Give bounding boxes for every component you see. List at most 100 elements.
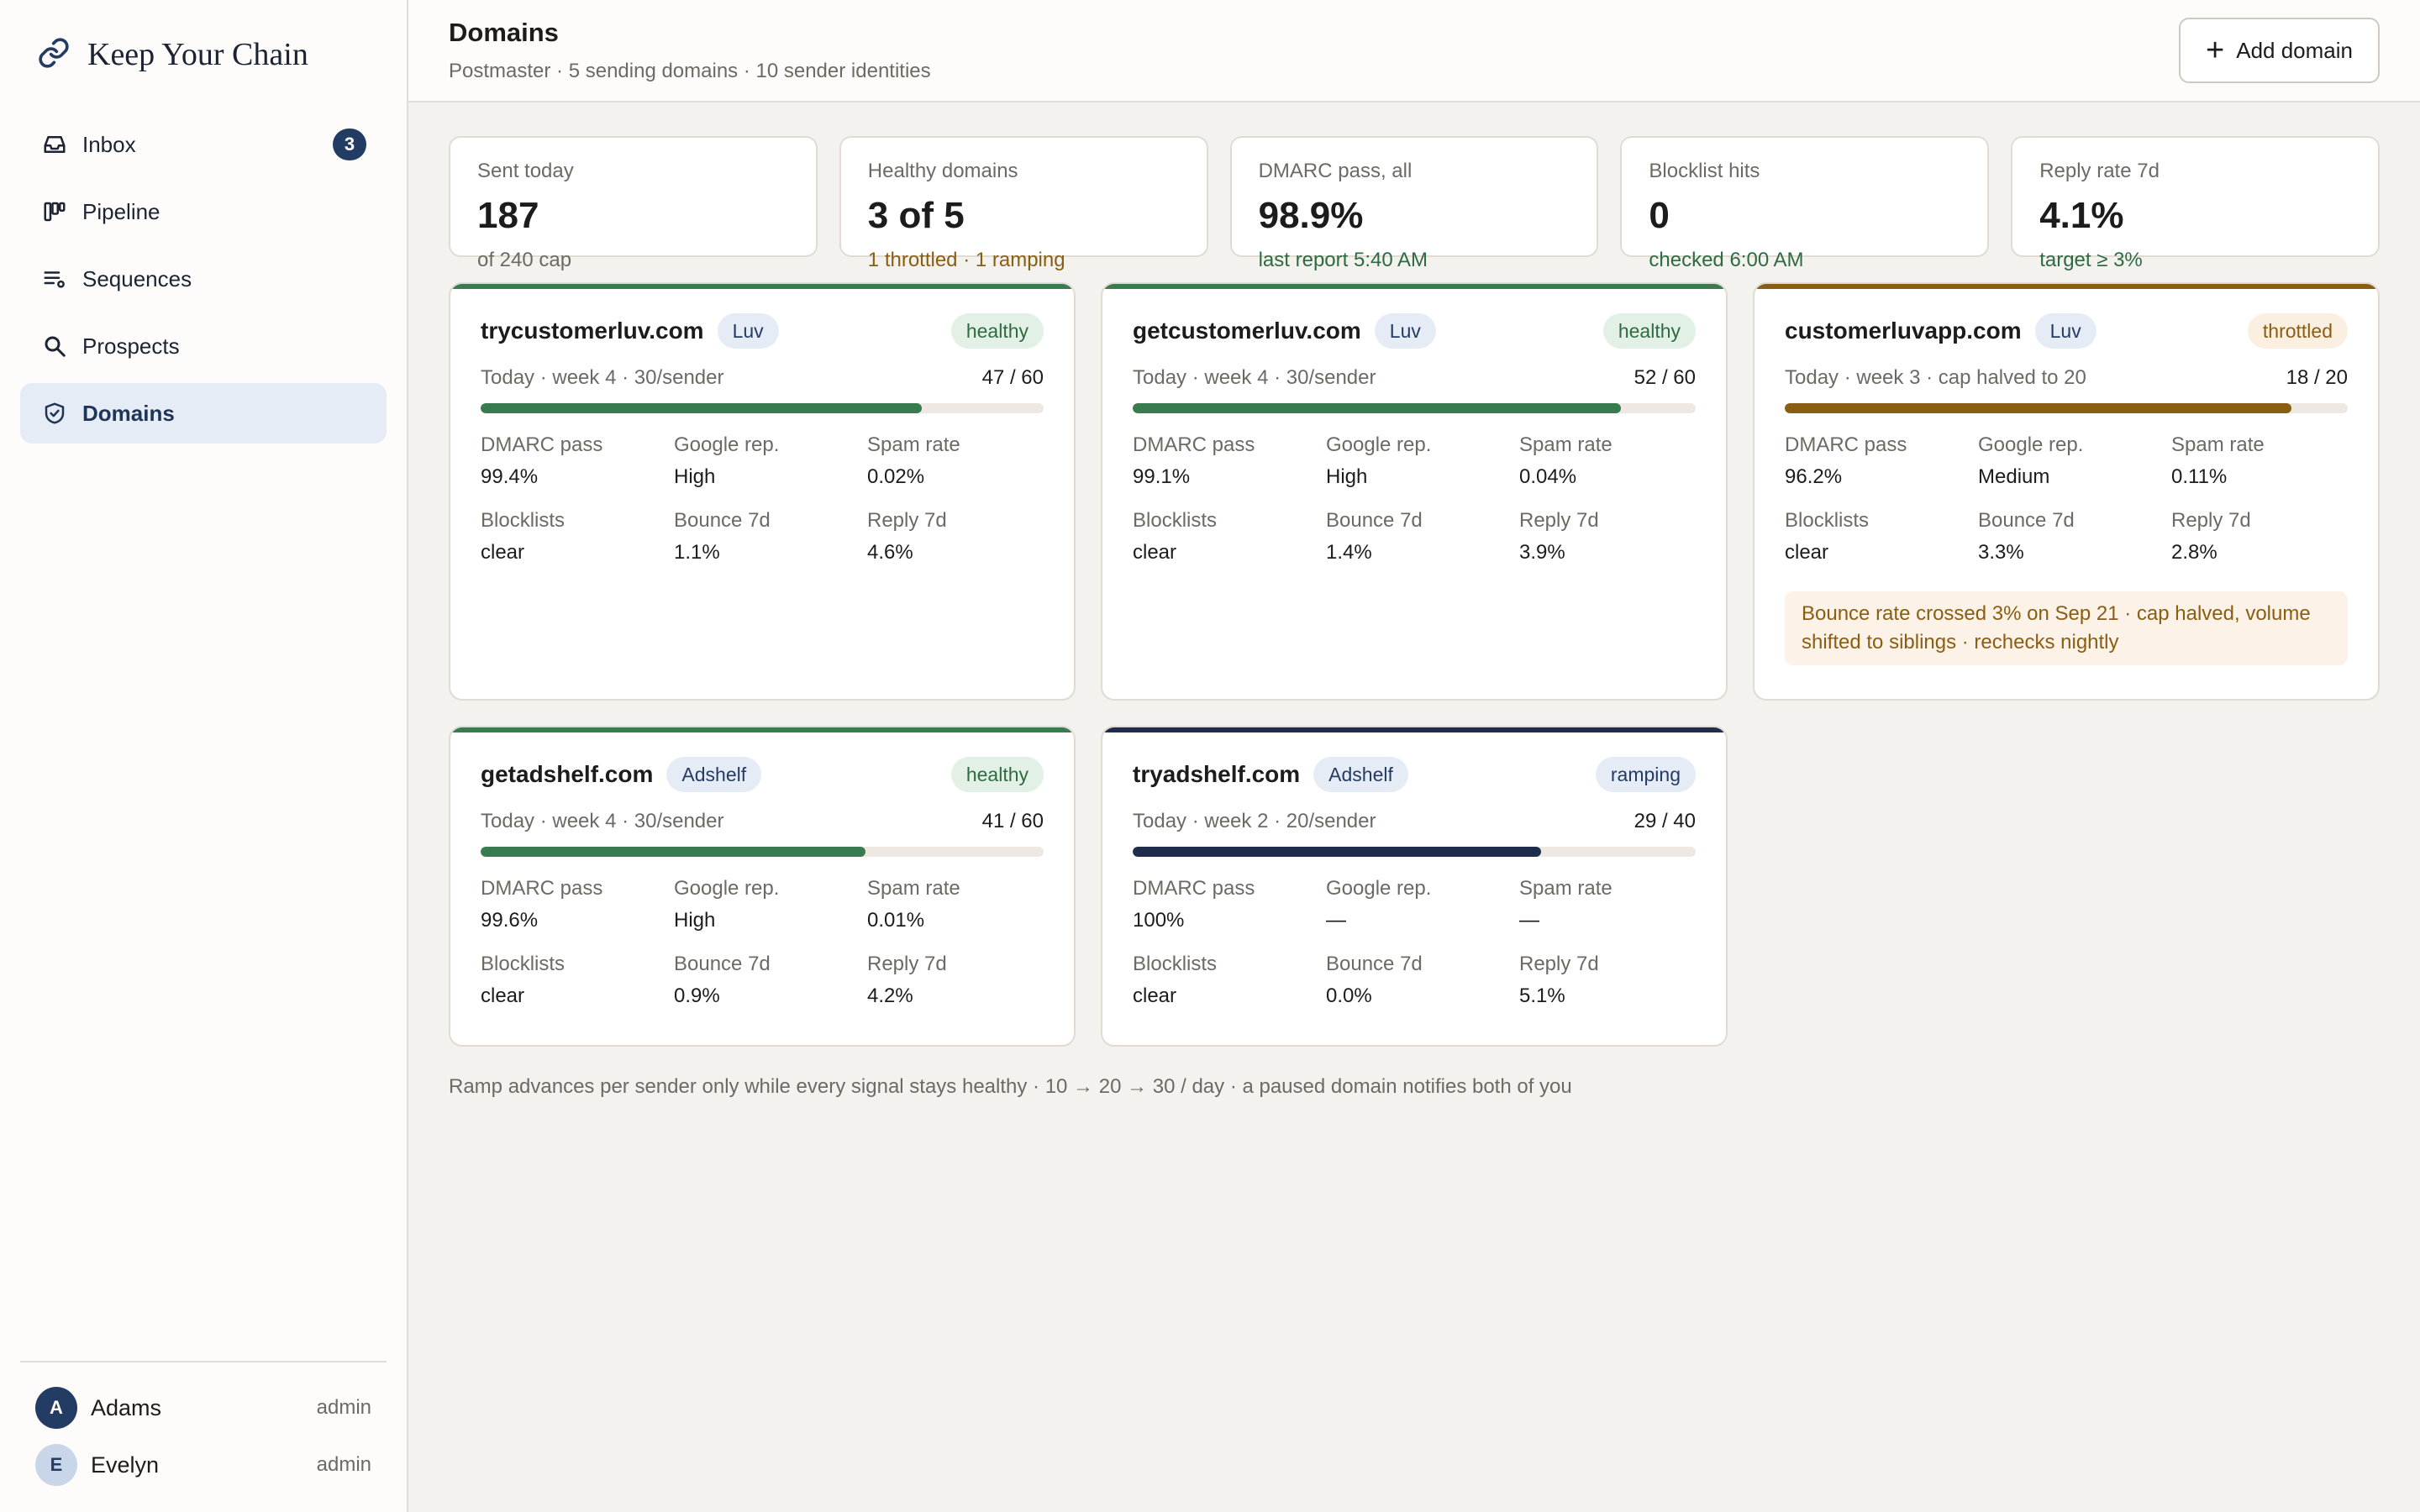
metric-spam-rate: 0.02%: [867, 465, 925, 488]
user-name: Adams: [91, 1394, 162, 1420]
metric-label: Reply 7d: [1519, 509, 1599, 532]
stat-dmarc-pass: DMARC pass, all 98.9% last report 5:40 A…: [1229, 136, 1599, 271]
send-progress-bar: [481, 403, 1044, 413]
user-row[interactable]: E Evelyn admin: [20, 1436, 387, 1494]
metric-google-rep: High: [674, 465, 716, 488]
user-role: admin: [316, 1396, 371, 1419]
metric-label: Blocklists: [1133, 953, 1218, 975]
metric-google-rep: Medium: [1978, 465, 2050, 488]
quota-count: 29 / 40: [1634, 810, 1696, 832]
sidebar-item-prospects[interactable]: Prospects: [20, 316, 387, 376]
shield-check-icon: [40, 399, 69, 428]
metric-reply: 4.6%: [867, 541, 913, 564]
avatar: E: [35, 1444, 77, 1486]
stat-healthy-domains: Healthy domains 3 of 5 1 throttled · 1 r…: [839, 136, 1208, 271]
stat-label: Blocklist hits: [1649, 160, 1760, 182]
domain-card[interactable]: trycustomerluv.com Luv healthy Today · w…: [449, 282, 1076, 701]
metric-label: DMARC pass: [1133, 433, 1255, 456]
sidebar-nav: Inbox 3 Pipeline Sequences Prospects Dom…: [20, 114, 387, 450]
status-badge: ramping: [1595, 757, 1696, 792]
domain-card[interactable]: getadshelf.com Adshelf healthy Today · w…: [449, 726, 1076, 1047]
quota-label: Today · week 2 · 20/sender: [1133, 810, 1376, 832]
quota-count: 41 / 60: [981, 810, 1044, 832]
inbox-count-badge: 3: [333, 129, 366, 160]
sidebar-item-domains[interactable]: Domains: [20, 383, 387, 444]
send-progress-bar: [1133, 403, 1696, 413]
stat-note: last report 5:40 AM: [1258, 249, 1428, 271]
sidebar-item-label: Inbox: [82, 131, 136, 157]
metric-blocklists: clear: [1133, 984, 1177, 1007]
metrics-grid: DMARC pass 100% Google rep. — Spam rate — B…: [1133, 877, 1696, 1008]
metric-label: Bounce 7d: [674, 953, 771, 975]
quota-label: Today · week 3 · cap halved to 20: [1785, 366, 2086, 389]
send-progress-fill: [1785, 403, 2291, 413]
metric-label: Spam rate: [1519, 877, 1612, 900]
domain-card[interactable]: customerluvapp.com Luv throttled Today ·…: [1753, 282, 2380, 701]
send-progress-fill: [481, 847, 865, 857]
stat-reply-rate: Reply rate 7d 4.1% target ≥ 3%: [2011, 136, 2380, 271]
brand-tag: Luv: [1374, 313, 1436, 349]
domains-content: Sent today 187 of 240 cap Healthy domain…: [408, 102, 2420, 1099]
throttle-alert: Bounce rate crossed 3% on Sep 21 · cap h…: [1785, 591, 2348, 665]
send-progress-bar: [481, 847, 1044, 857]
metric-label: Bounce 7d: [1326, 953, 1423, 975]
metric-label: DMARC pass: [481, 433, 603, 456]
metric-bounce: 3.3%: [1978, 541, 2024, 564]
metric-label: Google rep.: [674, 877, 780, 900]
user-row[interactable]: A Adams admin: [20, 1379, 387, 1436]
search-icon: [40, 332, 69, 360]
link-icon: [37, 36, 71, 74]
stat-sent-today: Sent today 187 of 240 cap: [449, 136, 818, 271]
metric-spam-rate: 0.04%: [1519, 465, 1577, 488]
metric-label: Google rep.: [1978, 433, 2084, 456]
metric-dmarc: 100%: [1133, 909, 1185, 932]
brand-tag: Luv: [717, 313, 779, 349]
metric-reply: 2.8%: [2171, 541, 2217, 564]
inbox-icon: [40, 130, 69, 159]
metric-label: Google rep.: [1326, 433, 1432, 456]
metric-bounce: 0.0%: [1326, 984, 1372, 1007]
quota-label: Today · week 4 · 30/sender: [1133, 366, 1376, 389]
sidebar-item-inbox[interactable]: Inbox 3: [20, 114, 387, 175]
domain-card[interactable]: getcustomerluv.com Luv healthy Today · w…: [1101, 282, 1728, 701]
send-progress-fill: [1133, 847, 1541, 857]
sidebar-item-sequences[interactable]: Sequences: [20, 249, 387, 309]
quota-count: 47 / 60: [981, 366, 1044, 389]
sidebar-item-label: Sequences: [82, 265, 192, 291]
metric-blocklists: clear: [481, 984, 525, 1007]
stat-note: target ≥ 3%: [2039, 249, 2143, 271]
stat-note: 1 throttled · 1 ramping: [867, 249, 1065, 271]
metrics-grid: DMARC pass 99.4% Google rep. High Spam rat…: [481, 433, 1044, 564]
app-name: Keep Your Chain: [87, 37, 308, 72]
stat-blocklist-hits: Blocklist hits 0 checked 6:00 AM: [1620, 136, 1990, 271]
metric-label: Google rep.: [1326, 877, 1432, 900]
stat-note: of 240 cap: [477, 249, 572, 271]
stat-label: Reply rate 7d: [2039, 160, 2160, 182]
brand-tag: Luv: [2034, 313, 2096, 349]
add-domain-button[interactable]: + Add domain: [2179, 18, 2380, 83]
metric-label: Bounce 7d: [1978, 509, 2075, 532]
status-badge: healthy: [950, 757, 1044, 792]
domain-name: getcustomerluv.com: [1133, 318, 1361, 344]
metrics-grid: DMARC pass 99.6% Google rep. High Spam rat…: [481, 877, 1044, 1008]
metric-label: DMARC pass: [1785, 433, 1907, 456]
sidebar-item-label: Prospects: [82, 333, 180, 359]
metric-dmarc: 99.6%: [481, 909, 539, 932]
metric-label: Reply 7d: [2171, 509, 2251, 532]
metric-reply: 5.1%: [1519, 984, 1565, 1007]
sidebar: Keep Your Chain Inbox 3 Pipeline Sequenc…: [0, 0, 408, 1512]
status-badge: healthy: [950, 313, 1044, 349]
sidebar-item-pipeline[interactable]: Pipeline: [20, 181, 387, 242]
metric-label: Reply 7d: [867, 509, 947, 532]
user-name: Evelyn: [91, 1452, 160, 1478]
stat-note: checked 6:00 AM: [1649, 249, 1804, 271]
quota-label: Today · week 4 · 30/sender: [481, 810, 724, 832]
app-logo[interactable]: Keep Your Chain: [20, 0, 387, 109]
domain-card[interactable]: tryadshelf.com Adshelf ramping Today · w…: [1101, 726, 1728, 1047]
plus-icon: +: [2206, 33, 2225, 68]
send-progress-fill: [1133, 403, 1621, 413]
stats-row: Sent today 187 of 240 cap Healthy domain…: [449, 136, 2380, 271]
stat-value: 3 of 5: [867, 195, 965, 236]
brand-tag: Adshelf: [1313, 757, 1408, 792]
domain-name: trycustomerluv.com: [481, 318, 704, 344]
